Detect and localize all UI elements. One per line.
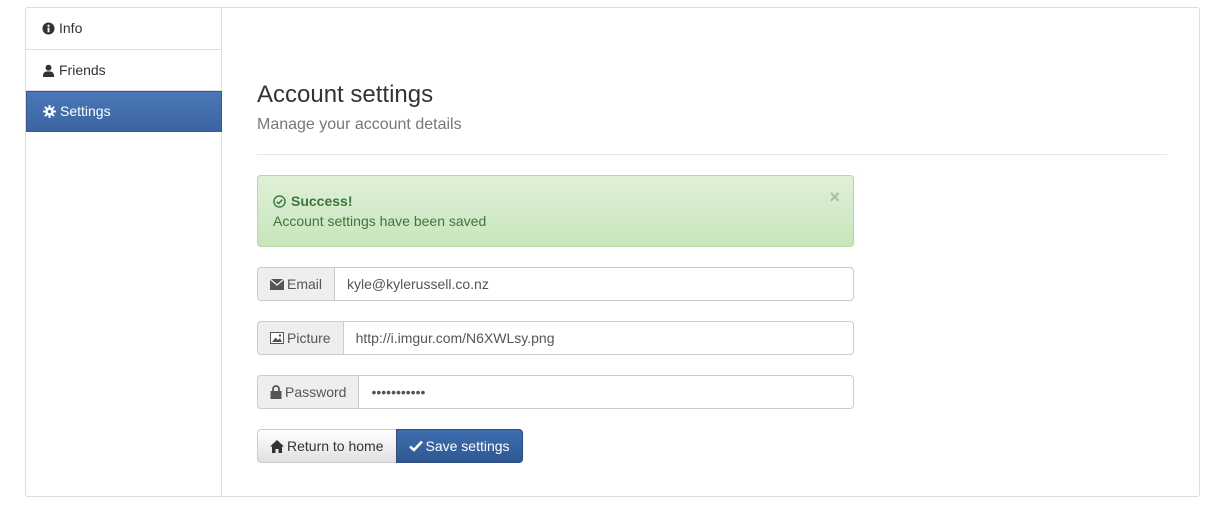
picture-label: Picture [287, 330, 331, 346]
email-addon: Email [257, 267, 335, 301]
success-alert: Success! Account settings have been save… [257, 175, 854, 247]
sidebar-item-label: Info [59, 20, 83, 36]
page-subtitle: Manage your account details [257, 116, 462, 133]
sidebar: Info Friends Settings [26, 8, 222, 496]
form-actions: Return to home Save settings [257, 429, 523, 463]
picture-url-field[interactable] [342, 321, 854, 355]
picture-icon [270, 332, 284, 344]
cog-icon [42, 105, 56, 119]
email-label: Email [287, 276, 323, 292]
sidebar-item-settings[interactable]: Settings [26, 91, 222, 132]
sidebar-item-label: Friends [59, 61, 106, 78]
alert-message: Account settings have been saved [273, 213, 487, 229]
password-field[interactable] [358, 375, 854, 409]
picture-addon: Picture [257, 321, 343, 355]
password-input-group: Password [257, 375, 854, 409]
page-title: Account settings [257, 81, 434, 108]
save-settings-button[interactable]: Save settings [395, 429, 523, 463]
lock-icon [270, 385, 282, 399]
divider [257, 154, 1167, 155]
user-icon [41, 63, 55, 77]
save-settings-label: Save settings [425, 438, 510, 454]
settings-panel: Info Friends Settings Account settings M… [25, 7, 1200, 497]
checkmark-icon [408, 440, 423, 452]
sidebar-item-friends[interactable]: Friends [26, 50, 222, 91]
info-circle-icon [41, 22, 55, 36]
check-circle-icon [273, 194, 286, 208]
return-home-label: Return to home [287, 438, 384, 454]
close-icon[interactable]: × [829, 188, 840, 206]
password-label: Password [285, 384, 347, 400]
password-addon: Password [257, 375, 359, 409]
return-home-button[interactable]: Return to home [257, 429, 397, 463]
alert-title: Success! [291, 193, 353, 209]
envelope-icon [270, 278, 284, 290]
picture-input-group: Picture [257, 321, 854, 355]
home-icon [270, 439, 284, 453]
email-input-group: Email [257, 267, 854, 301]
sidebar-item-info[interactable]: Info [26, 8, 222, 50]
sidebar-item-label: Settings [60, 103, 111, 119]
email-field[interactable] [334, 267, 854, 301]
